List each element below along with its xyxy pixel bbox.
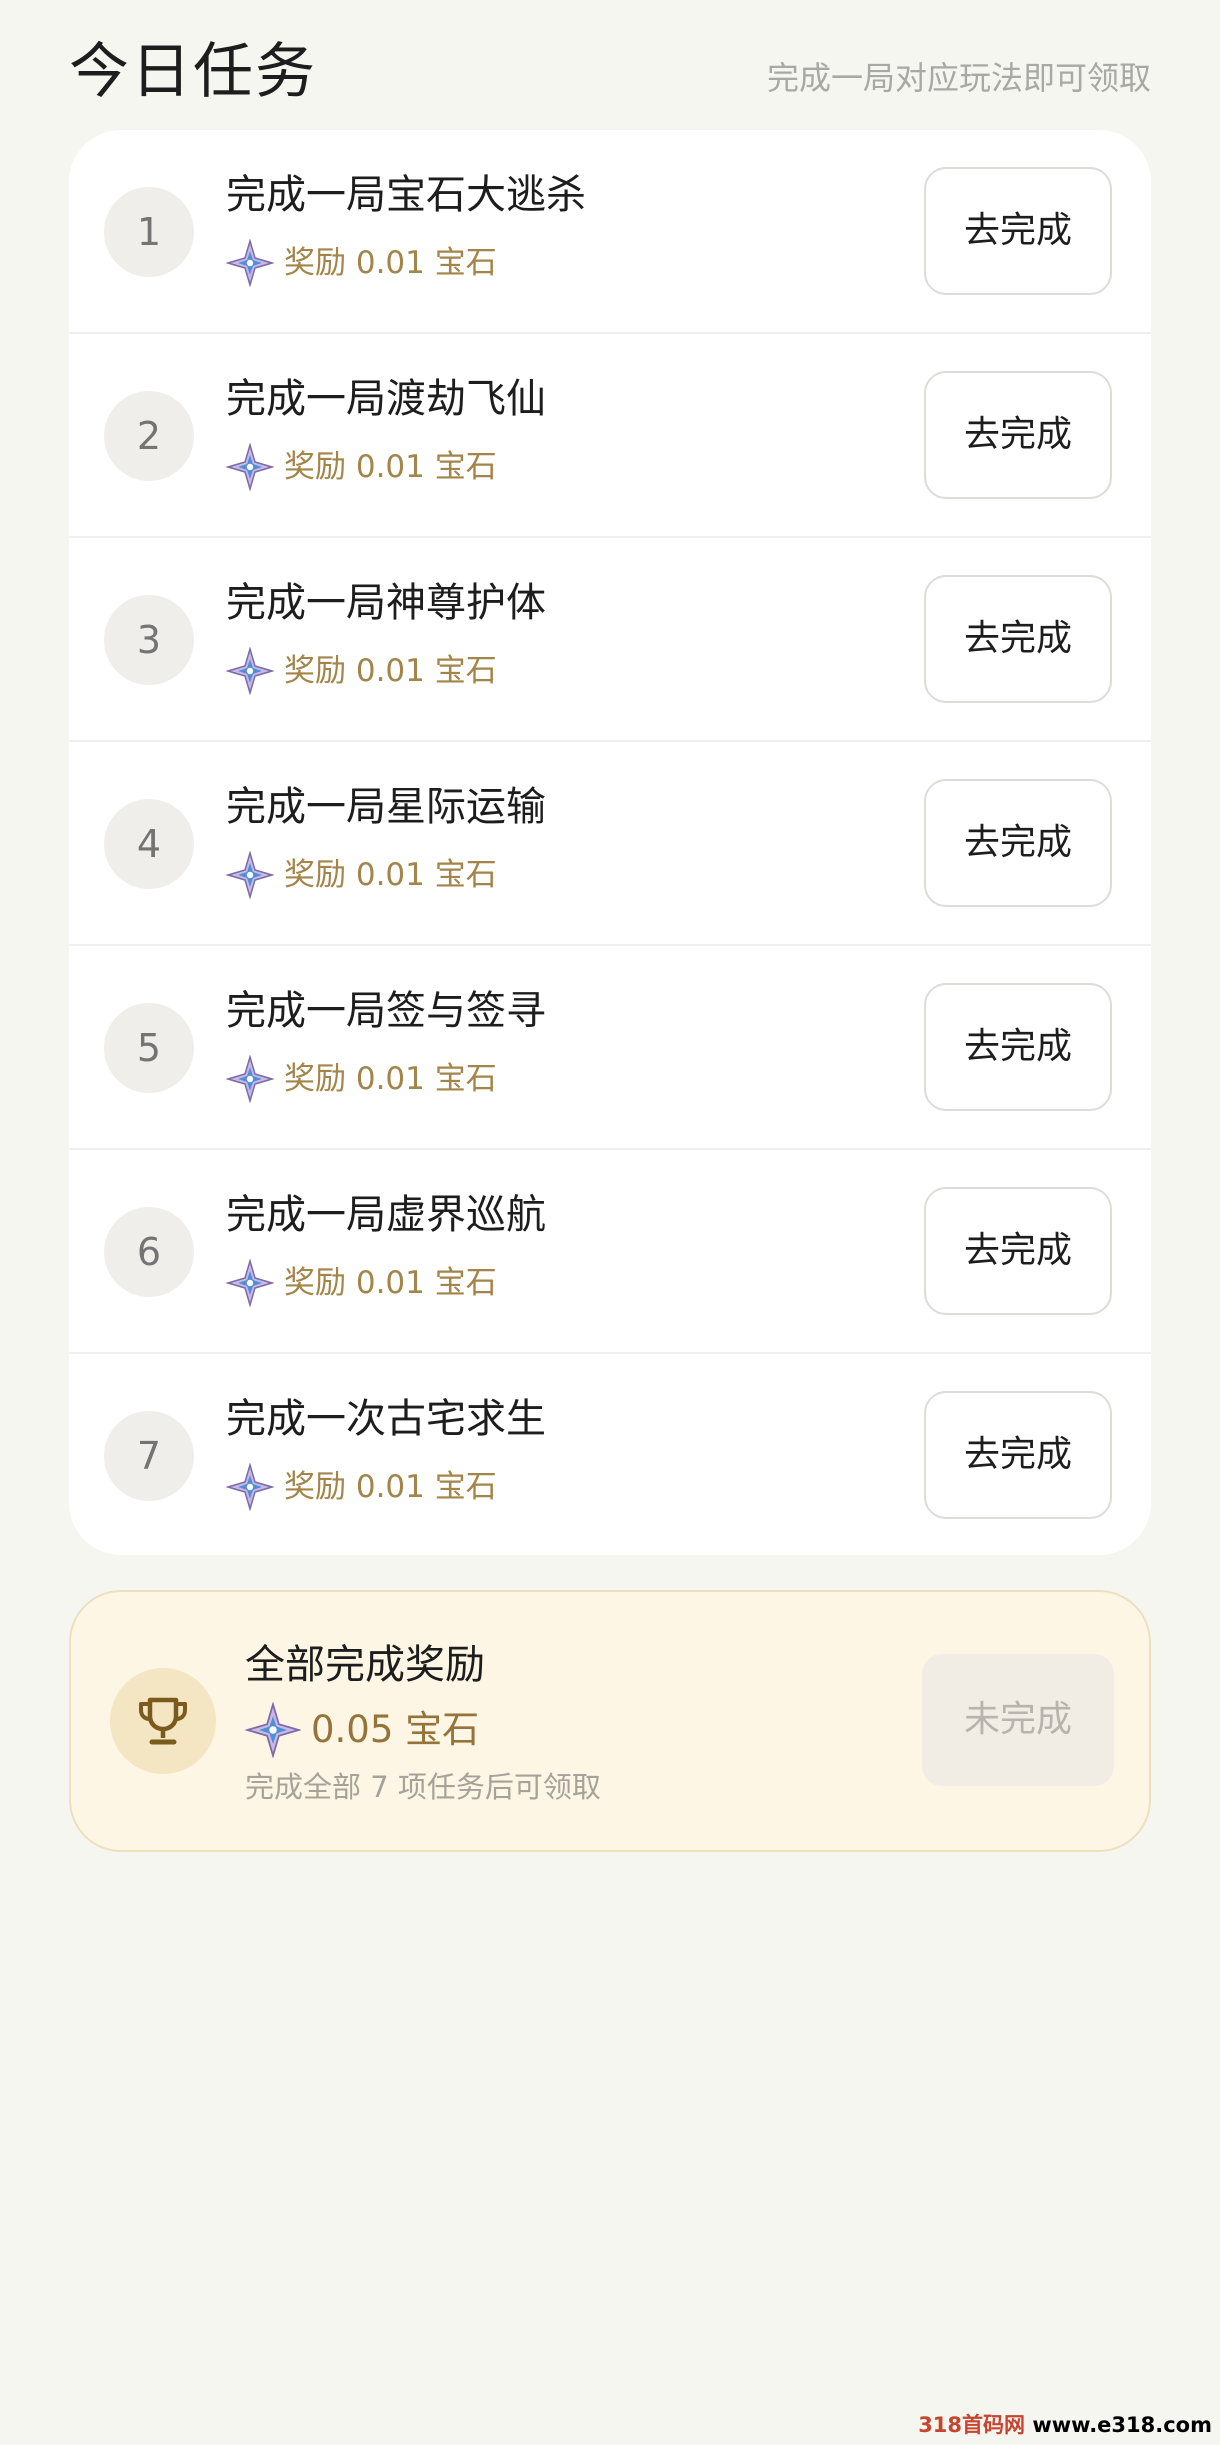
watermark-site-name: 318首码网 (918, 2413, 1026, 2437)
page-header: 今日任务 完成一局对应玩法即可领取 (69, 22, 1151, 132)
go-complete-button[interactable]: 去完成 (924, 779, 1112, 907)
task-reward: 奖励 0.01 宝石 (226, 1463, 497, 1511)
page-title: 今日任务 (69, 37, 317, 107)
task-reward-text: 奖励 0.01 宝石 (284, 653, 497, 689)
watermark: 318首码网 www.e318.com (918, 2411, 1212, 2439)
task-reward-text: 奖励 0.01 宝石 (284, 857, 497, 893)
task-list: 1 完成一局宝石大逃杀 奖励 0.01 宝石 去完成 2 完成一局渡劫飞仙 奖励… (69, 130, 1151, 1555)
task-number: 3 (104, 595, 194, 685)
gem-star-icon (226, 443, 274, 491)
task-title: 完成一局星际运输 (226, 784, 546, 830)
all-complete-bonus-card: 全部完成奖励 0.05 宝石 完成全部 7 项任务后可领取 未完成 (69, 1590, 1151, 1852)
go-complete-button[interactable]: 去完成 (924, 371, 1112, 499)
go-complete-button[interactable]: 去完成 (924, 1187, 1112, 1315)
task-title: 完成一局虚界巡航 (226, 1192, 546, 1238)
gem-star-icon (226, 239, 274, 287)
task-row: 6 完成一局虚界巡航 奖励 0.01 宝石 去完成 (69, 1150, 1151, 1354)
trophy-badge (110, 1668, 216, 1774)
task-row: 3 完成一局神尊护体 奖励 0.01 宝石 去完成 (69, 538, 1151, 742)
bonus-status-button[interactable]: 未完成 (922, 1654, 1114, 1786)
task-reward: 奖励 0.01 宝石 (226, 1259, 497, 1307)
page-subtitle: 完成一局对应玩法即可领取 (766, 59, 1151, 97)
bonus-note: 完成全部 7 项任务后可领取 (245, 1770, 601, 1804)
task-number: 4 (104, 799, 194, 889)
trophy-icon (139, 1697, 187, 1745)
task-number: 7 (104, 1411, 194, 1501)
task-row: 2 完成一局渡劫飞仙 奖励 0.01 宝石 去完成 (69, 334, 1151, 538)
task-reward-text: 奖励 0.01 宝石 (284, 1061, 497, 1097)
task-reward-text: 奖励 0.01 宝石 (284, 245, 497, 281)
gem-star-icon (226, 851, 274, 899)
task-number: 2 (104, 391, 194, 481)
go-complete-button[interactable]: 去完成 (924, 575, 1112, 703)
task-reward: 奖励 0.01 宝石 (226, 443, 497, 491)
gem-star-icon (245, 1702, 301, 1758)
task-reward: 奖励 0.01 宝石 (226, 647, 497, 695)
go-complete-button[interactable]: 去完成 (924, 983, 1112, 1111)
bonus-reward-text: 0.05 宝石 (311, 1708, 480, 1751)
task-reward: 奖励 0.01 宝石 (226, 1055, 497, 1103)
gem-star-icon (226, 1055, 274, 1103)
bonus-reward: 0.05 宝石 (245, 1702, 479, 1758)
task-title: 完成一局签与签寻 (226, 988, 546, 1034)
task-reward-text: 奖励 0.01 宝石 (284, 449, 497, 485)
task-row: 4 完成一局星际运输 奖励 0.01 宝石 去完成 (69, 742, 1151, 946)
gem-star-icon (226, 1259, 274, 1307)
task-title: 完成一局宝石大逃杀 (226, 172, 586, 218)
task-title: 完成一局神尊护体 (226, 580, 546, 626)
task-reward: 奖励 0.01 宝石 (226, 239, 497, 287)
go-complete-button[interactable]: 去完成 (924, 1391, 1112, 1519)
task-row: 5 完成一局签与签寻 奖励 0.01 宝石 去完成 (69, 946, 1151, 1150)
task-row: 1 完成一局宝石大逃杀 奖励 0.01 宝石 去完成 (69, 130, 1151, 334)
gem-star-icon (226, 647, 274, 695)
task-number: 6 (104, 1207, 194, 1297)
watermark-url: www.e318.com (1032, 2413, 1212, 2437)
task-title: 完成一局渡劫飞仙 (226, 376, 546, 422)
task-title: 完成一次古宅求生 (226, 1396, 546, 1442)
task-reward: 奖励 0.01 宝石 (226, 851, 497, 899)
task-reward-text: 奖励 0.01 宝石 (284, 1469, 497, 1505)
task-number: 1 (104, 187, 194, 277)
task-number: 5 (104, 1003, 194, 1093)
task-row: 7 完成一次古宅求生 奖励 0.01 宝石 去完成 (69, 1354, 1151, 1555)
task-reward-text: 奖励 0.01 宝石 (284, 1265, 497, 1301)
bonus-title: 全部完成奖励 (245, 1642, 485, 1688)
gem-star-icon (226, 1463, 274, 1511)
go-complete-button[interactable]: 去完成 (924, 167, 1112, 295)
